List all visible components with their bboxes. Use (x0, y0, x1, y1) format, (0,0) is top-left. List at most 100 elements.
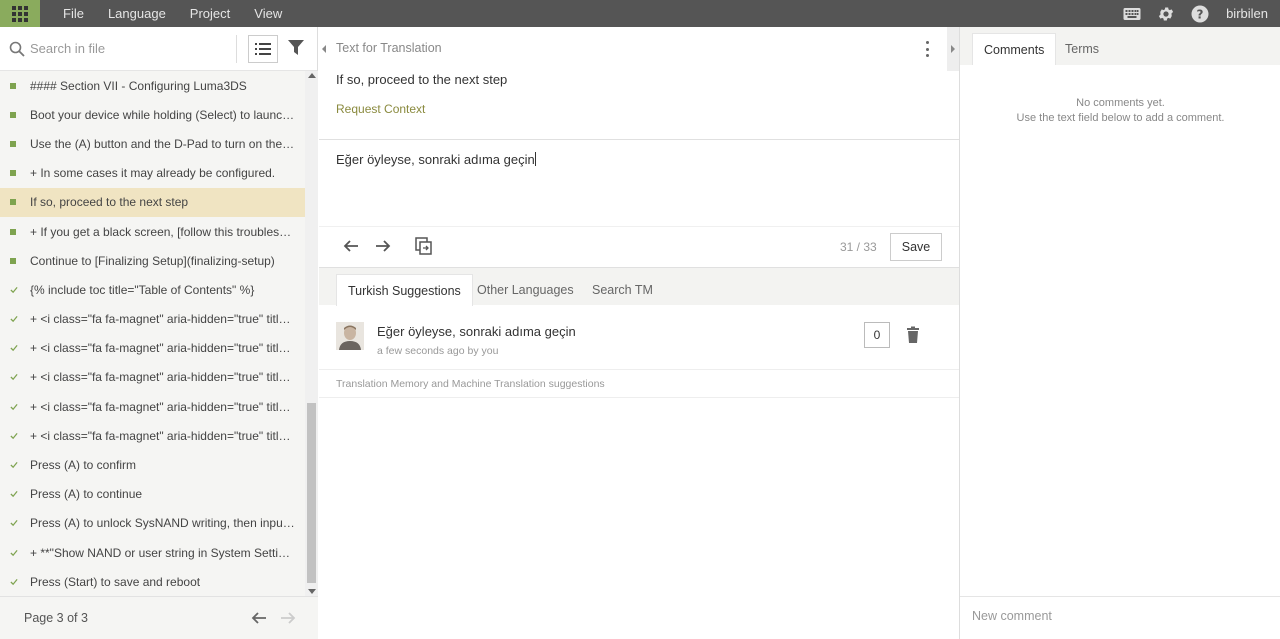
string-row[interactable]: + **"Show NAND or user string in System … (0, 538, 305, 567)
string-list-scrollbar[interactable] (305, 71, 318, 596)
menu-language[interactable]: Language (106, 6, 168, 21)
string-text: Boot your device while holding (Select) … (30, 107, 296, 122)
tab-terms[interactable]: Terms (1054, 33, 1110, 65)
username[interactable]: birbilen (1226, 6, 1268, 21)
string-row[interactable]: Press (A) to continue (0, 480, 305, 509)
string-text: + **"Show NAND or user string in System … (30, 545, 296, 560)
comments-tabs: Comments Terms (960, 27, 1280, 65)
menu-file[interactable]: File (61, 6, 86, 21)
string-text: Continue to [Finalizing Setup](finalizin… (30, 253, 275, 268)
new-comment-area (960, 596, 1280, 639)
save-button[interactable]: Save (890, 233, 942, 261)
search-divider (236, 35, 237, 63)
more-options-icon[interactable] (922, 41, 932, 57)
translated-marker-icon (10, 140, 16, 147)
string-row[interactable]: + If you get a black screen, [follow thi… (0, 217, 305, 246)
translated-marker-icon (10, 170, 16, 177)
arrow-left-icon[interactable] (341, 236, 361, 256)
translated-marker-icon (10, 199, 16, 206)
apps-menu-button[interactable] (0, 0, 40, 27)
scroll-thumb[interactable] (307, 403, 316, 583)
comments-panel: Comments Terms No comments yet. Use the … (959, 27, 1280, 639)
checkmark-icon (10, 491, 18, 498)
string-row[interactable]: Use the (A) button and the D-Pad to turn… (0, 129, 305, 158)
checkmark-icon (10, 403, 18, 410)
tm-label: Translation Memory and Machine Translati… (336, 378, 605, 390)
string-text: + <i class="fa fa-magnet" aria-hidden="t… (30, 370, 296, 385)
translation-textarea[interactable]: Eğer öyleyse, sonraki adıma geçin (336, 151, 936, 221)
string-row[interactable]: Continue to [Finalizing Setup](finalizin… (0, 246, 305, 275)
vote-count[interactable]: 0 (864, 322, 890, 348)
collapse-left-button[interactable] (319, 27, 329, 71)
tab-turkish-suggestions[interactable]: Turkish Suggestions (336, 274, 473, 306)
suggestion-meta: a few seconds ago by you (377, 345, 499, 357)
string-text: + If you get a black screen, [follow thi… (30, 224, 296, 239)
request-context-link[interactable]: Request Context (336, 102, 425, 116)
string-row[interactable]: + <i class="fa fa-magnet" aria-hidden="t… (0, 334, 305, 363)
string-text: Use the (A) button and the D-Pad to turn… (30, 136, 296, 151)
caret-right-icon (951, 45, 955, 53)
string-row[interactable]: + <i class="fa fa-magnet" aria-hidden="t… (0, 305, 305, 334)
scroll-down-arrow[interactable] (308, 589, 316, 594)
suggestion-text: Eğer öyleyse, sonraki adıma geçin (377, 324, 576, 339)
new-comment-input[interactable] (972, 609, 1262, 623)
string-row[interactable]: #### Section VII - Configuring Luma3DS (0, 71, 305, 100)
string-row[interactable]: + <i class="fa fa-magnet" aria-hidden="t… (0, 421, 305, 450)
list-view-button[interactable] (248, 35, 278, 63)
empty-comments-message: No comments yet. Use the text field belo… (960, 96, 1280, 126)
filter-button[interactable] (286, 37, 306, 59)
tab-other-languages[interactable]: Other Languages (466, 274, 585, 306)
translated-marker-icon (10, 228, 16, 235)
string-list-panel: #### Section VII - Configuring Luma3DS Bo… (0, 27, 318, 639)
checkmark-icon (10, 461, 18, 469)
string-row[interactable]: Press (A) to unlock SysNAND writing, the… (0, 509, 305, 538)
avatar (336, 322, 364, 350)
string-text: + In some cases it may already be config… (30, 166, 276, 181)
string-row[interactable]: Boot your device while holding (Select) … (0, 100, 305, 129)
arrow-right-icon[interactable] (279, 609, 297, 627)
gear-icon[interactable] (1156, 4, 1176, 24)
tab-comments[interactable]: Comments (972, 33, 1057, 65)
suggestion-item[interactable]: Eğer öyleyse, sonraki adıma geçin a few … (319, 305, 959, 370)
string-row[interactable]: Press (Start) to save and reboot (0, 567, 305, 596)
pager: Page 3 of 3 (0, 596, 318, 639)
empty-comments-line1: No comments yet. (1076, 97, 1165, 109)
keyboard-icon[interactable] (1122, 4, 1142, 24)
arrow-right-icon[interactable] (373, 236, 393, 256)
string-row[interactable]: If so, proceed to the next step (0, 187, 305, 217)
checkmark-icon (10, 316, 18, 323)
scroll-up-arrow[interactable] (308, 73, 316, 78)
string-row[interactable]: Press (A) to confirm (0, 450, 305, 479)
copy-source-icon[interactable] (414, 236, 434, 256)
toolbar-divider (319, 226, 959, 227)
string-row[interactable]: + <i class="fa fa-magnet" aria-hidden="t… (0, 363, 305, 392)
string-row[interactable]: + In some cases it may already be config… (0, 159, 305, 188)
editor-panel: Text for Translation If so, proceed to t… (319, 27, 959, 639)
menu-project[interactable]: Project (188, 6, 232, 21)
checkmark-icon (10, 432, 18, 439)
string-row[interactable]: {% include toc title="Table of Contents"… (0, 275, 305, 304)
list-icon (255, 43, 271, 55)
svg-text:?: ? (1197, 7, 1204, 21)
translated-marker-icon (10, 82, 16, 89)
translated-marker-icon (10, 257, 16, 264)
menu-view[interactable]: View (252, 6, 284, 21)
arrow-left-icon[interactable] (250, 609, 268, 627)
trash-icon[interactable] (904, 326, 922, 344)
string-text: + <i class="fa fa-magnet" aria-hidden="t… (30, 312, 296, 327)
string-list: #### Section VII - Configuring Luma3DS Bo… (0, 71, 305, 596)
tab-search-tm[interactable]: Search TM (581, 274, 664, 306)
string-text: Press (A) to unlock SysNAND writing, the… (30, 516, 296, 531)
checkmark-icon (10, 286, 18, 294)
collapse-right-button[interactable] (947, 27, 959, 71)
search-icon (9, 41, 25, 57)
string-text: + <i class="fa fa-magnet" aria-hidden="t… (30, 341, 296, 356)
string-text: If so, proceed to the next step (30, 195, 189, 210)
string-text: + <i class="fa fa-magnet" aria-hidden="t… (30, 428, 296, 443)
search-bar (0, 27, 317, 71)
string-text: Press (A) to confirm (30, 458, 137, 473)
string-row[interactable]: + <i class="fa fa-magnet" aria-hidden="t… (0, 392, 305, 421)
help-icon[interactable]: ? (1190, 4, 1210, 24)
apps-grid-icon (12, 5, 28, 22)
search-input[interactable] (30, 41, 230, 56)
